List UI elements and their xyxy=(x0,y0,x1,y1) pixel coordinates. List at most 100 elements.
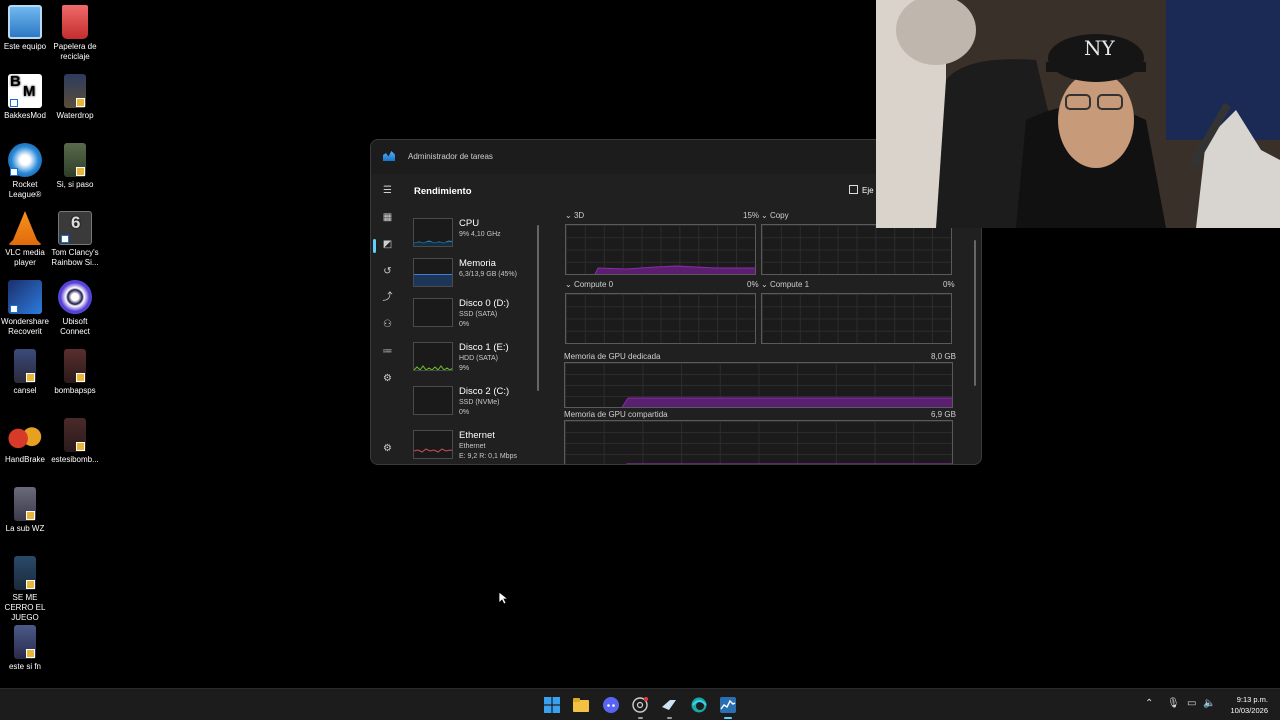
desktop-icon-handbrake[interactable]: HandBrake xyxy=(0,418,50,465)
windows-start-icon[interactable] xyxy=(544,697,560,713)
graphs-scrollbar[interactable] xyxy=(974,240,976,386)
ethernet-mini-graph xyxy=(413,430,453,459)
side-item-sub: 9% 4,10 GHz xyxy=(459,231,501,238)
gpu-3d-graph xyxy=(565,224,756,275)
side-item-sub2: 0% xyxy=(459,409,470,416)
side-item-ethernet[interactable]: Ethernet Ethernet E: 9,2 R: 0,1 Mbps xyxy=(411,428,541,464)
gpu-copy-graph xyxy=(761,224,952,275)
gpu-3d-label[interactable]: ⌄ 3D xyxy=(565,211,584,220)
file-explorer-icon[interactable] xyxy=(573,697,589,713)
gpu-dedicated-graph-line xyxy=(621,397,952,407)
desktop-icon-si-si-paso[interactable]: Si, si paso xyxy=(50,143,100,190)
chevron-up-icon[interactable]: ⌃ xyxy=(1145,698,1153,709)
disk0-mini-graph xyxy=(413,298,453,327)
gpu-dedicated-label: Memoria de GPU dedicada xyxy=(564,352,661,361)
hat-logo: NY xyxy=(1084,36,1116,60)
processes-icon[interactable]: ▦ xyxy=(381,211,394,224)
clock[interactable]: 9:13 p.m. 10/03/2026 xyxy=(1230,694,1268,716)
disk1-mini-graph-line xyxy=(414,365,452,370)
performance-icon[interactable]: ◩ xyxy=(381,238,394,251)
desktop-icon-vlc[interactable]: VLC media player xyxy=(0,211,50,268)
side-item-disk-0[interactable]: Disco 0 (D:) SSD (SATA) 0% xyxy=(411,296,541,336)
details-icon[interactable]: ≔ xyxy=(381,345,394,358)
steam-icon[interactable] xyxy=(661,697,677,713)
video-file-icon xyxy=(64,143,86,177)
volume-icon[interactable]: 🔈 xyxy=(1203,698,1215,709)
disk2-mini-graph xyxy=(413,386,453,415)
desktop-icon-recycle-bin[interactable]: Papelera de reciclaje xyxy=(50,5,100,62)
desktop-icon-este-si-fn[interactable]: este si fn xyxy=(0,625,50,672)
microphone-icon[interactable]: 🎙 xyxy=(1167,698,1180,709)
gpu-compute0-graph xyxy=(565,293,756,344)
video-file-icon xyxy=(14,556,36,590)
desktop-icon-bombapsps[interactable]: bombapsps xyxy=(50,349,100,396)
side-item-disk-2[interactable]: Disco 2 (C:) SSD (NVMe) 0% xyxy=(411,384,541,424)
desktop-icon-ubisoft-connect[interactable]: Ubisoft Connect xyxy=(50,280,100,337)
settings-icon[interactable]: ⚙ xyxy=(381,442,394,455)
chrome-icon[interactable] xyxy=(632,697,648,713)
gpu-compute1-value: 0% xyxy=(943,280,955,289)
gpu-copy-label[interactable]: ⌄ Copy xyxy=(761,211,789,220)
side-item-sub: 6,3/13,9 GB (45%) xyxy=(459,271,517,278)
gpu-3d-value: 15% xyxy=(743,211,760,220)
computer-icon xyxy=(8,5,42,39)
side-item-sub2: 9% xyxy=(459,365,470,372)
gpu-compute1-graph xyxy=(761,293,952,344)
gpu-compute0-label[interactable]: ⌄ Compute 0 xyxy=(565,280,613,289)
video-file-icon xyxy=(64,349,86,383)
startup-icon[interactable]: ⤴ xyxy=(381,291,394,304)
desktop-icon-cansel[interactable]: cansel xyxy=(0,349,50,396)
network-icon[interactable]: ▭ xyxy=(1187,698,1196,709)
side-item-disk-1[interactable]: Disco 1 (E:) HDD (SATA) 9% xyxy=(411,340,541,380)
rocket-league-icon xyxy=(8,143,42,177)
desktop-icon-rocket-league[interactable]: Rocket League® xyxy=(0,143,50,200)
gpu-dedicated-graph xyxy=(564,362,953,408)
history-icon[interactable]: ↺ xyxy=(381,265,394,278)
vlc-cone-icon xyxy=(8,211,42,245)
recoverit-icon xyxy=(8,280,42,314)
rainbow-six-icon: 6 xyxy=(58,211,92,245)
video-file-icon xyxy=(14,349,36,383)
gpu-shared-graph-line xyxy=(625,463,952,464)
services-icon[interactable]: ⚙ xyxy=(381,372,394,385)
gpu-dedicated-value: 8,0 GB xyxy=(931,352,956,361)
handbrake-pineapple-icon xyxy=(8,418,42,452)
desktop-icon-waterdrop[interactable]: Waterdrop xyxy=(50,74,100,121)
desktop-icon-rainbow-six[interactable]: 6 Tom Clancy's Rainbow Si... xyxy=(50,211,100,268)
webcam-overlay: NY xyxy=(876,0,1280,228)
side-item-sub2: E: 9,2 R: 0,1 Mbps xyxy=(459,453,517,460)
gpu-shared-label: Memoria de GPU compartida xyxy=(564,410,668,419)
gpu-compute1-label[interactable]: ⌄ Compute 1 xyxy=(761,280,809,289)
side-item-sub2: 0% xyxy=(459,321,470,328)
side-list-scrollbar[interactable] xyxy=(537,225,539,391)
side-item-cpu[interactable]: CPU 9% 4,10 GHz xyxy=(411,216,541,256)
side-item-name: Ethernet xyxy=(459,430,495,441)
hamburger-icon[interactable]: ☰ xyxy=(381,184,394,197)
run-new-task-button[interactable]: Eje xyxy=(849,185,874,195)
edge-icon[interactable] xyxy=(691,697,707,713)
side-item-sub: Ethernet xyxy=(459,443,486,450)
new-task-icon xyxy=(849,185,858,194)
running-indicator xyxy=(638,717,643,719)
desktop-icon-bakkesmod[interactable]: BM BakkesMod xyxy=(0,74,50,121)
gpu-3d-graph-line xyxy=(594,265,755,274)
desktop-icon-la-sub-wz[interactable]: La sub WZ xyxy=(0,487,50,534)
side-item-sub: HDD (SATA) xyxy=(459,355,499,362)
task-manager-icon[interactable] xyxy=(720,697,736,713)
desktop-icon-se-me-cerro[interactable]: SE ME CERRO EL JUEGO xyxy=(0,556,50,623)
discord-icon[interactable] xyxy=(603,697,619,713)
memory-mini-graph xyxy=(413,258,453,287)
performance-side-list: CPU 9% 4,10 GHz Memoria 6,3/13,9 GB (45%… xyxy=(411,216,541,464)
users-icon[interactable]: ⚇ xyxy=(381,318,394,331)
video-file-icon xyxy=(64,418,86,452)
video-file-icon xyxy=(14,625,36,659)
disk1-mini-graph xyxy=(413,342,453,371)
page-title: Rendimiento xyxy=(414,186,472,197)
window-title: Administrador de tareas xyxy=(408,152,493,161)
recycle-bin-icon xyxy=(62,5,88,39)
desktop-icon-recoverit[interactable]: Wondershare Recoverit xyxy=(0,280,50,337)
desktop-icon-this-pc[interactable]: Este equipo xyxy=(0,5,50,52)
side-item-memory[interactable]: Memoria 6,3/13,9 GB (45%) xyxy=(411,256,541,296)
running-indicator xyxy=(667,717,672,719)
desktop-icon-estesibomb[interactable]: estesibomb... xyxy=(50,418,100,465)
